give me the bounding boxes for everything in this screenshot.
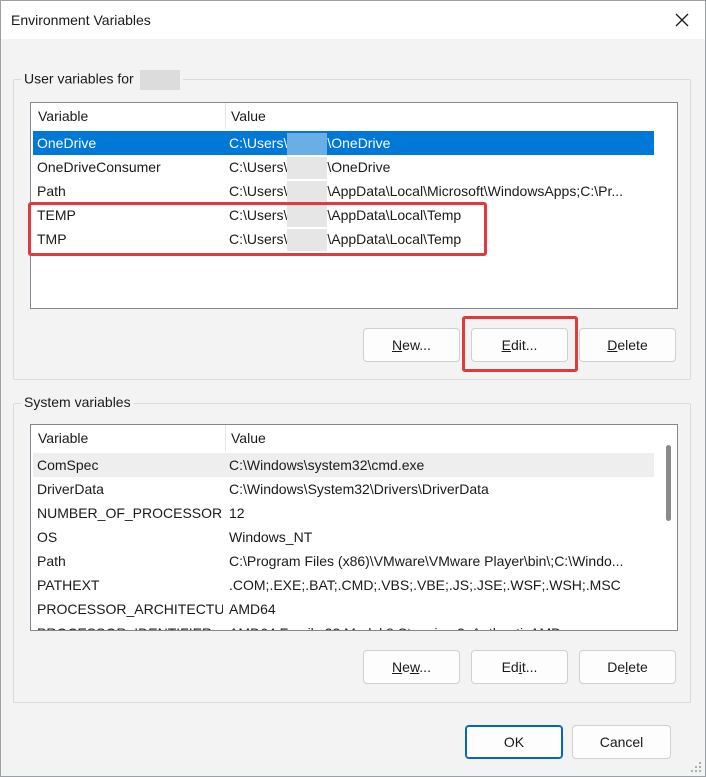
- system-new-button[interactable]: New...: [363, 650, 460, 684]
- value-prefix: C:\Users\: [229, 183, 288, 199]
- user-new-button[interactable]: New...: [363, 328, 460, 362]
- user-variable-row[interactable]: OneDriveConsumer C:\Users\ \OneDrive: [33, 155, 654, 180]
- value-prefix: C:\Users\: [229, 231, 288, 247]
- redacted-username: [139, 70, 180, 90]
- value-suffix: \AppData\Local\Temp: [327, 231, 462, 247]
- variable-value: .COM;.EXE;.BAT;.CMD;.VBS;.VBE;.JS;.JSE;.…: [229, 577, 621, 593]
- value-suffix: \OneDrive: [327, 135, 391, 151]
- column-header-value[interactable]: Value: [225, 425, 266, 451]
- redacted-username: [287, 157, 328, 180]
- value-prefix: C:\Users\: [229, 207, 288, 223]
- resize-grip-icon[interactable]: [690, 761, 702, 773]
- variable-name: NUMBER_OF_PROCESSORS: [37, 505, 223, 521]
- variable-value: C:\Users\ \AppData\Local\Temp: [229, 203, 462, 228]
- redacted-username: [287, 205, 328, 228]
- variable-value: C:\Program Files (x86)\VMware\VMware Pla…: [229, 553, 624, 569]
- variable-value: Windows_NT: [229, 529, 313, 545]
- ok-label: OK: [503, 734, 525, 750]
- system-new-label: New...: [392, 659, 431, 675]
- user-delete-button[interactable]: Delete: [579, 328, 676, 362]
- variable-value: C:\Users\ \OneDrive: [229, 131, 391, 156]
- column-header-variable[interactable]: Variable: [32, 103, 88, 129]
- value-suffix: \OneDrive: [327, 159, 391, 175]
- variable-value: AMD64: [229, 601, 276, 617]
- system-variable-row[interactable]: ComSpec C:\Windows\system32\cmd.exe: [33, 453, 654, 477]
- variable-value: C:\Windows\System32\Drivers\DriverData: [229, 481, 489, 497]
- user-variables-header: Variable Value: [31, 103, 677, 129]
- variable-name: PROCESSOR_IDENTIFIER: [37, 621, 223, 630]
- cancel-label: Cancel: [599, 734, 644, 750]
- redacted-username: [287, 133, 328, 156]
- variable-name: TMP: [37, 231, 67, 247]
- variable-value: C:\Users\ \OneDrive: [229, 155, 391, 180]
- user-variables-list[interactable]: Variable Value OneDrive C:\Users\ \OneDriv…: [30, 102, 678, 309]
- scrollbar-thumb[interactable]: [666, 445, 671, 521]
- close-button[interactable]: [659, 1, 705, 39]
- ok-button[interactable]: OK: [465, 725, 563, 759]
- value-suffix: \AppData\Local\Temp: [327, 207, 462, 223]
- user-new-label: New...: [392, 337, 431, 353]
- user-delete-label: Delete: [607, 337, 648, 353]
- system-delete-button[interactable]: Delete: [579, 650, 676, 684]
- system-variables-scrollbar[interactable]: [660, 425, 677, 630]
- close-icon: [675, 13, 689, 27]
- system-delete-label: Delete: [607, 659, 648, 675]
- variable-name: PATHEXT: [37, 577, 100, 593]
- system-variable-row[interactable]: DriverData C:\Windows\System32\Drivers\Dr…: [33, 477, 654, 501]
- system-variable-row[interactable]: PROCESSOR_IDENTIFIER AMD64 Family 23 Mode…: [33, 621, 654, 630]
- column-header-value[interactable]: Value: [225, 103, 266, 129]
- cancel-button[interactable]: Cancel: [572, 725, 671, 759]
- variable-value: 12: [229, 505, 245, 521]
- variable-name: OS: [37, 529, 58, 545]
- variable-name: OneDrive: [37, 135, 97, 151]
- system-variable-row[interactable]: PATHEXT .COM;.EXE;.BAT;.CMD;.VBS;.VBE;.JS…: [33, 573, 654, 597]
- variable-name: Path: [37, 183, 66, 199]
- value-prefix: C:\Users\: [229, 159, 288, 175]
- system-variable-row[interactable]: PROCESSOR_ARCHITECTU... AMD64: [33, 597, 654, 621]
- system-variable-row[interactable]: OS Windows_NT: [33, 525, 654, 549]
- user-variable-row[interactable]: TEMP C:\Users\ \AppData\Local\Temp: [33, 203, 654, 228]
- variable-name: DriverData: [37, 481, 104, 497]
- system-variables-header: Variable Value: [31, 425, 677, 451]
- user-variables-label: User variables for: [21, 70, 183, 90]
- environment-variables-dialog: Environment Variables User variables for…: [0, 0, 706, 777]
- value-suffix: \AppData\Local\Microsoft\WindowsApps;C:\…: [327, 183, 624, 199]
- system-variable-row[interactable]: Path C:\Program Files (x86)\VMware\VMware…: [33, 549, 654, 573]
- window-title: Environment Variables: [11, 12, 151, 28]
- variable-name: Path: [37, 553, 66, 569]
- system-variables-label: System variables: [21, 394, 134, 410]
- user-variable-row[interactable]: OneDrive C:\Users\ \OneDrive: [33, 131, 654, 156]
- variable-value: C:\Users\ \AppData\Local\Microsoft\Window…: [229, 179, 624, 204]
- system-variables-list[interactable]: Variable Value ComSpec C:\Windows\system3…: [30, 424, 678, 631]
- column-header-variable[interactable]: Variable: [32, 425, 88, 451]
- system-edit-label: Edit...: [501, 659, 538, 675]
- variable-name: TEMP: [37, 207, 76, 223]
- system-edit-button[interactable]: Edit...: [471, 650, 568, 684]
- variable-value: C:\Users\ \AppData\Local\Temp: [229, 227, 462, 252]
- user-variables-label-text: User variables for: [24, 70, 134, 87]
- variable-value: AMD64 Family 23 Model 8 Stepping 2, Auth…: [229, 621, 561, 630]
- value-prefix: C:\Users\: [229, 135, 288, 151]
- user-edit-button[interactable]: Edit...: [471, 328, 568, 362]
- variable-value: C:\Windows\system32\cmd.exe: [229, 457, 425, 473]
- variable-name: PROCESSOR_ARCHITECTU...: [37, 601, 223, 617]
- user-variable-row[interactable]: TMP C:\Users\ \AppData\Local\Temp: [33, 227, 654, 252]
- user-edit-label: Edit...: [501, 337, 538, 353]
- variable-name: ComSpec: [37, 457, 99, 473]
- title-bar: Environment Variables: [1, 1, 705, 39]
- system-variable-row[interactable]: NUMBER_OF_PROCESSORS 12: [33, 501, 654, 525]
- redacted-username: [287, 229, 328, 252]
- variable-name: OneDriveConsumer: [37, 159, 161, 175]
- redacted-username: [287, 181, 328, 204]
- user-variable-row[interactable]: Path C:\Users\ \AppData\Local\Microsoft\Wi…: [33, 179, 654, 204]
